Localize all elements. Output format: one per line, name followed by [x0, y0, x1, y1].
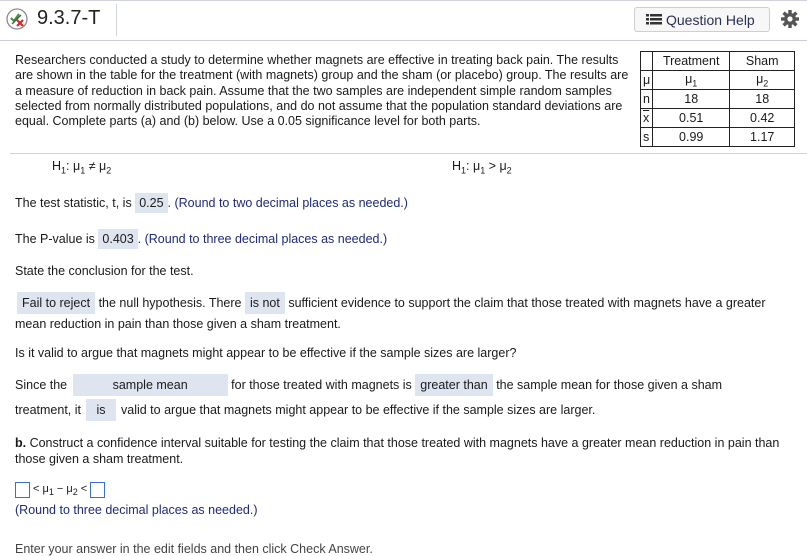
table-row: μ μ1 μ2: [639, 70, 796, 90]
table-header-cell: Treatment: [652, 51, 731, 71]
header-separator: [116, 4, 117, 36]
part-b-text: Construct a confidence interval suitable…: [15, 436, 780, 466]
section-divider: [10, 153, 807, 154]
since-text: valid to argue that magnets might appear…: [121, 403, 596, 417]
question-number: 9.3.7-T: [37, 7, 101, 29]
part-b-label: b.: [15, 436, 27, 450]
hypothesis-option-right: H1: μ1 > μ2: [452, 159, 512, 176]
evidence-dropdown[interactable]: is not: [244, 292, 285, 314]
treatment-cell: μ1: [652, 70, 731, 90]
table-row: n 18 18: [639, 89, 796, 109]
h-symbol: H: [52, 159, 62, 173]
problem-statement: Researchers conducted a study to determi…: [15, 53, 629, 129]
row-label: x: [639, 108, 654, 128]
mu-symbol: : μ: [466, 159, 481, 173]
treatment-cell: 18: [652, 89, 731, 109]
table-row: s 0.99 1.17: [639, 127, 796, 147]
table-row: x 0.51 0.42: [639, 108, 796, 128]
confidence-interval: < μ1 − μ2 <: [15, 482, 106, 498]
question-help-button[interactable]: Question Help: [634, 7, 770, 32]
p-value-answer[interactable]: 0.403: [98, 229, 138, 249]
table-header-cell: [639, 51, 654, 71]
ci-expression: < μ1 − μ2 <: [33, 482, 88, 498]
operator: ≠ μ: [85, 159, 107, 173]
sham-cell: μ2: [729, 70, 796, 90]
row-label: s: [639, 127, 654, 147]
question-help-label: Question Help: [666, 11, 755, 28]
top-bar: 9.3.7-T Question Help: [0, 0, 807, 41]
test-statistic-answer[interactable]: 0.25: [135, 193, 168, 213]
treatment-cell: 0.51: [652, 108, 731, 128]
since-line-2: treatment, it is valid to argue that mag…: [15, 399, 595, 421]
conclusion-prompt: State the conclusion for the test.: [15, 264, 194, 278]
p-value-label: The P-value is: [15, 232, 95, 246]
validity-question: Is it valid to argue that magnets might …: [15, 346, 517, 360]
treatment-cell: 0.99: [652, 127, 731, 147]
conclusion-text: the null hypothesis. There: [98, 296, 242, 310]
sham-cell: 18: [729, 89, 796, 109]
top-border: [0, 0, 807, 1]
since-text: for those treated with magnets is: [231, 378, 412, 392]
partially-correct-icon: [6, 8, 28, 30]
statistic-dropdown[interactable]: sample mean: [72, 374, 228, 396]
table-header-cell: Sham: [729, 51, 796, 71]
subscript: 2: [506, 165, 512, 176]
conclusion-line-1: Fail to reject the null hypothesis. Ther…: [17, 292, 766, 314]
row-label: n: [639, 89, 654, 109]
footer-instruction: Enter your answer in the edit fields and…: [15, 542, 373, 556]
test-statistic-line: The test statistic, t, is 0.25. (Round t…: [15, 193, 408, 213]
h-symbol: H: [452, 159, 462, 173]
hypothesis-option-left: H1: μ1 ≠ μ2: [52, 159, 111, 176]
list-icon: [646, 14, 662, 25]
comparison-dropdown[interactable]: greater than: [415, 374, 493, 396]
ci-lower-input[interactable]: [15, 482, 30, 498]
test-statistic-hint: . (Round to two decimal places as needed…: [167, 196, 408, 210]
row-label: μ: [639, 70, 654, 90]
validity-dropdown[interactable]: is: [86, 399, 116, 421]
mu-symbol: : μ: [66, 159, 81, 173]
sham-cell: 0.42: [729, 108, 796, 128]
gear-icon[interactable]: [780, 9, 800, 29]
subscript: 2: [106, 165, 112, 176]
conclusion-line-2: mean reduction in pain than those given …: [15, 317, 341, 331]
p-value-line: The P-value is 0.403. (Round to three de…: [15, 229, 388, 249]
test-statistic-label: The test statistic, t, is: [15, 196, 132, 210]
p-value-hint: . (Round to three decimal places as need…: [137, 232, 388, 246]
reject-dropdown[interactable]: Fail to reject: [17, 292, 96, 314]
since-text: the sample mean for those given a sham: [496, 378, 723, 392]
ci-upper-input[interactable]: [90, 482, 106, 498]
part-b-prompt: b. Construct a confidence interval suita…: [15, 435, 800, 467]
table-header-row: Treatment Sham: [639, 51, 796, 71]
conclusion-text: sufficient evidence to support the claim…: [288, 296, 766, 310]
sham-cell: 1.17: [729, 127, 796, 147]
operator: > μ: [485, 159, 507, 173]
since-text: treatment, it: [15, 403, 81, 417]
data-table: Treatment Sham μ μ1 μ2 n 18 18 x 0.51 0.…: [639, 51, 796, 147]
ci-hint: (Round to three decimal places as needed…: [15, 503, 258, 517]
since-line-1: Since the sample mean for those treated …: [15, 374, 722, 396]
since-text: Since the: [15, 378, 68, 392]
